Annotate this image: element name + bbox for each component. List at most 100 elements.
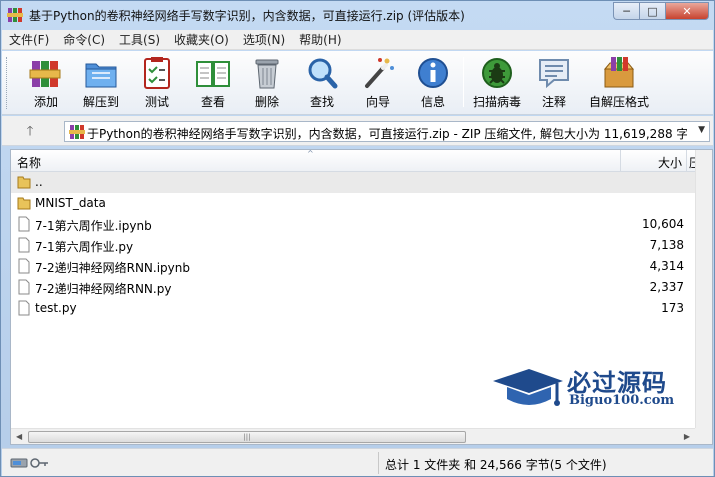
- window-controls: ─ □ ✕: [613, 2, 709, 20]
- scan-virus-label: 扫描病毒: [472, 95, 521, 109]
- file-icon: [18, 216, 30, 232]
- info-button[interactable]: 信息: [406, 55, 460, 111]
- column-name[interactable]: 名称 ^: [11, 150, 621, 172]
- chevron-down-icon[interactable]: ▼: [698, 125, 705, 135]
- extract-label: 解压到: [82, 95, 119, 109]
- vertical-scrollbar[interactable]: [695, 150, 712, 428]
- winrar-app-icon: [7, 8, 23, 22]
- add-label: 添加: [33, 95, 58, 109]
- scroll-left-arrow-icon[interactable]: ◀: [16, 432, 22, 441]
- window-title: 基于Python的卷积神经网络手写数字识别，内含数据，可直接运行.zip (评估…: [29, 9, 465, 23]
- file-size: 2,337: [649, 280, 684, 294]
- file-size: 7,138: [649, 238, 684, 252]
- comment-note-icon: [539, 59, 569, 89]
- test-label: 测试: [144, 95, 169, 109]
- bug-scan-icon: [482, 58, 512, 88]
- comment-button[interactable]: 注释: [527, 55, 581, 111]
- file-icon: [18, 279, 30, 295]
- title-bar: 基于Python的卷积神经网络手写数字识别，内含数据，可直接运行.zip (评估…: [1, 1, 714, 29]
- menu-bar: 文件(F) 命令(C) 工具(S) 收藏夹(O) 选项(N) 帮助(H): [2, 30, 713, 50]
- scan-virus-button[interactable]: 扫描病毒: [470, 55, 524, 111]
- add-button[interactable]: 添加: [19, 55, 73, 111]
- toolbar-grip: [6, 57, 9, 109]
- list-item[interactable]: ..: [11, 172, 695, 193]
- file-name: test.py: [35, 301, 77, 315]
- menu-help[interactable]: 帮助(H): [292, 31, 348, 48]
- column-name-label: 名称: [17, 156, 42, 170]
- magic-wand-icon: [365, 58, 394, 88]
- file-size: 173: [661, 301, 684, 315]
- list-item[interactable]: MNIST_data: [11, 193, 695, 214]
- menu-command[interactable]: 命令(C): [56, 31, 112, 48]
- menu-favorites[interactable]: 收藏夹(O): [167, 31, 236, 48]
- menu-options[interactable]: 选项(N): [236, 31, 292, 48]
- scrollbar-corner: [695, 428, 712, 444]
- maximize-button[interactable]: □: [639, 2, 665, 20]
- status-summary: 总计 1 文件夹 和 24,566 字节(5 个文件): [385, 458, 607, 472]
- archive-icon: [69, 125, 85, 139]
- status-drive-key-icon: [10, 458, 48, 468]
- file-name: 7-1第六周作业.ipynb: [35, 219, 152, 233]
- folder-icon: [17, 176, 31, 189]
- file-icon: [18, 300, 30, 316]
- winrar-window: 基于Python的卷积神经网络手写数字识别，内含数据，可直接运行.zip (评估…: [0, 0, 715, 477]
- delete-button[interactable]: 删除: [240, 55, 294, 111]
- minimize-button[interactable]: ─: [613, 2, 639, 20]
- info-label: 信息: [420, 95, 445, 109]
- delete-label: 删除: [254, 95, 279, 109]
- file-icon: [18, 258, 30, 274]
- sfx-box-icon: [603, 57, 635, 88]
- sort-arrow-icon: ^: [307, 149, 314, 158]
- comment-label: 注释: [541, 95, 566, 109]
- menu-file[interactable]: 文件(F): [2, 31, 56, 48]
- wizard-label: 向导: [365, 95, 390, 109]
- folder-icon: [17, 197, 31, 210]
- trash-can-icon: [255, 59, 279, 89]
- horizontal-scrollbar[interactable]: ◀ ||| ▶: [11, 428, 695, 444]
- status-bar: 总计 1 文件夹 和 24,566 字节(5 个文件): [2, 448, 713, 476]
- view-label: 查看: [200, 95, 225, 109]
- file-name: MNIST_data: [35, 196, 106, 210]
- menu-tools[interactable]: 工具(S): [112, 31, 167, 48]
- wizard-button[interactable]: 向导: [351, 55, 405, 111]
- book-view-icon: [196, 61, 230, 87]
- sfx-button[interactable]: 自解压格式: [585, 55, 653, 111]
- test-button[interactable]: 测试: [130, 55, 184, 111]
- up-folder-button[interactable]: 🡑: [20, 122, 40, 140]
- status-separator: [378, 452, 379, 474]
- list-item[interactable]: 7-1第六周作业.py 7,138: [11, 235, 695, 256]
- magnifier-icon: [308, 58, 338, 89]
- address-bar: 🡑 于Python的卷积神经网络手写数字识别，内含数据，可直接运行.zip - …: [2, 116, 713, 146]
- address-field[interactable]: 于Python的卷积神经网络手写数字识别，内含数据，可直接运行.zip - ZI…: [64, 121, 710, 142]
- info-icon: [418, 58, 448, 88]
- extract-button[interactable]: 解压到: [74, 55, 128, 111]
- column-size-label: 大小: [657, 156, 682, 170]
- sfx-label: 自解压格式: [588, 95, 649, 109]
- scrollbar-thumb[interactable]: |||: [28, 431, 466, 443]
- watermark-url: Biguo100.com: [569, 393, 675, 408]
- file-size: 10,604: [642, 217, 684, 231]
- file-name: 7-1第六周作业.py: [35, 240, 134, 254]
- find-label: 查找: [309, 95, 334, 109]
- graduation-cap-icon: [493, 369, 563, 406]
- address-text: 于Python的卷积神经网络手写数字识别，内含数据，可直接运行.zip - ZI…: [87, 127, 687, 141]
- file-rows: .. MNIST_data 7-1第六周作业.ipynb 10,604 7-1第…: [11, 172, 695, 319]
- list-item[interactable]: 7-2递归神经网络RNN.ipynb 4,314: [11, 256, 695, 277]
- file-name: 7-2递归神经网络RNN.py: [35, 282, 172, 296]
- file-icon: [18, 237, 30, 253]
- view-button[interactable]: 查看: [186, 55, 240, 111]
- watermark: 必过源码 Biguo100.com: [491, 361, 691, 413]
- list-header: 名称 ^ 大小 压: [11, 150, 712, 172]
- list-item[interactable]: test.py 173: [11, 298, 695, 319]
- folder-extract-icon: [85, 63, 117, 88]
- toolbar-separator: [463, 57, 464, 107]
- list-item[interactable]: 7-2递归神经网络RNN.py 2,337: [11, 277, 695, 298]
- clipboard-check-icon: [144, 57, 170, 89]
- close-button[interactable]: ✕: [665, 2, 709, 20]
- scroll-right-arrow-icon[interactable]: ▶: [684, 432, 690, 441]
- column-size[interactable]: 大小: [621, 150, 687, 172]
- file-name: 7-2递归神经网络RNN.ipynb: [35, 261, 190, 275]
- list-item[interactable]: 7-1第六周作业.ipynb 10,604: [11, 214, 695, 235]
- find-button[interactable]: 查找: [295, 55, 349, 111]
- file-name: ..: [35, 175, 43, 189]
